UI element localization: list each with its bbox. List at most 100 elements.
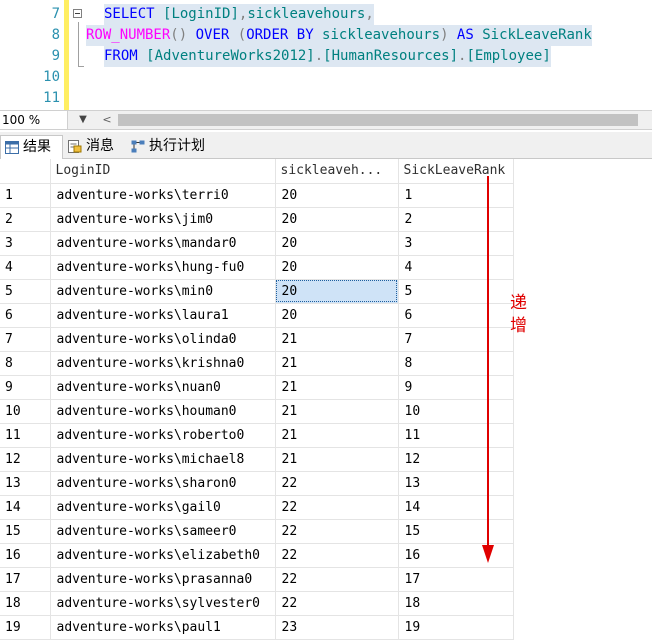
table-row[interactable]: 9 adventure-works\nuan0 21 9 — [0, 375, 514, 400]
cell-sickleaverank[interactable]: 14 — [398, 495, 514, 520]
results-grid[interactable]: LoginID sickleaveh... SickLeaveRank 1 adv… — [0, 159, 652, 640]
cell-loginid[interactable]: adventure-works\mandar0 — [50, 231, 276, 256]
cell-sickleaverank[interactable]: 8 — [398, 351, 514, 376]
row-number[interactable]: 18 — [0, 591, 51, 616]
cell-loginid[interactable]: adventure-works\olinda0 — [50, 327, 276, 352]
cell-sickleavehours[interactable]: 23 — [275, 615, 399, 640]
cell-sickleaverank[interactable]: 12 — [398, 447, 514, 472]
row-number-header[interactable] — [0, 159, 51, 184]
cell-loginid[interactable]: adventure-works\michael8 — [50, 447, 276, 472]
row-number[interactable]: 4 — [0, 255, 51, 280]
cell-loginid[interactable]: adventure-works\hung-fu0 — [50, 255, 276, 280]
cell-sickleaverank[interactable]: 16 — [398, 543, 514, 568]
cell-sickleaverank[interactable]: 7 — [398, 327, 514, 352]
code-line[interactable]: ROW_NUMBER() OVER (ORDER BY sickleavehou… — [86, 25, 592, 46]
cell-sickleavehours[interactable]: 22 — [275, 495, 399, 520]
collapse-icon[interactable] — [73, 9, 82, 18]
cell-loginid[interactable]: adventure-works\houman0 — [50, 399, 276, 424]
tab-execution-plan[interactable]: 执行计划 — [127, 135, 219, 159]
cell-sickleavehours[interactable]: 20 — [275, 279, 399, 304]
row-number[interactable]: 13 — [0, 471, 51, 496]
cell-sickleaverank[interactable]: 19 — [398, 615, 514, 640]
cell-loginid[interactable]: adventure-works\nuan0 — [50, 375, 276, 400]
cell-sickleavehours[interactable]: 20 — [275, 303, 399, 328]
table-row[interactable]: 1 adventure-works\terri0 20 1 — [0, 183, 514, 208]
cell-sickleaverank[interactable]: 9 — [398, 375, 514, 400]
cell-sickleavehours[interactable]: 22 — [275, 471, 399, 496]
row-number[interactable]: 7 — [0, 327, 51, 352]
column-header-loginid[interactable]: LoginID — [50, 159, 276, 184]
row-number[interactable]: 14 — [0, 495, 51, 520]
row-number[interactable]: 11 — [0, 423, 51, 448]
cell-sickleavehours[interactable]: 20 — [275, 255, 399, 280]
row-number[interactable]: 19 — [0, 615, 51, 640]
cell-sickleavehours[interactable]: 21 — [275, 375, 399, 400]
cell-sickleaverank[interactable]: 4 — [398, 255, 514, 280]
cell-loginid[interactable]: adventure-works\jim0 — [50, 207, 276, 232]
cell-sickleaverank[interactable]: 6 — [398, 303, 514, 328]
table-row[interactable]: 4 adventure-works\hung-fu0 20 4 — [0, 255, 514, 280]
cell-loginid[interactable]: adventure-works\krishna0 — [50, 351, 276, 376]
tab-messages[interactable]: 消息 — [64, 135, 126, 159]
cell-loginid[interactable]: adventure-works\sameer0 — [50, 519, 276, 544]
row-number[interactable]: 17 — [0, 567, 51, 592]
cell-sickleavehours[interactable]: 22 — [275, 591, 399, 616]
row-number[interactable]: 10 — [0, 399, 51, 424]
row-number[interactable]: 6 — [0, 303, 51, 328]
table-row[interactable]: 11 adventure-works\roberto0 21 11 — [0, 423, 514, 448]
table-row[interactable]: 8 adventure-works\krishna0 21 8 — [0, 351, 514, 376]
cell-sickleavehours[interactable]: 22 — [275, 567, 399, 592]
horizontal-scrollbar-thumb[interactable] — [118, 114, 638, 126]
cell-sickleavehours[interactable]: 22 — [275, 543, 399, 568]
cell-sickleavehours[interactable]: 20 — [275, 183, 399, 208]
cell-sickleaverank[interactable]: 11 — [398, 423, 514, 448]
table-row[interactable]: 5 adventure-works\min0 20 5 — [0, 279, 514, 304]
zoom-level[interactable]: 100 % — [0, 111, 68, 129]
row-number[interactable]: 16 — [0, 543, 51, 568]
table-row[interactable]: 18 adventure-works\sylvester0 22 18 — [0, 591, 514, 616]
cell-sickleavehours[interactable]: 20 — [275, 231, 399, 256]
row-number[interactable]: 15 — [0, 519, 51, 544]
cell-loginid[interactable]: adventure-works\sylvester0 — [50, 591, 276, 616]
cell-loginid[interactable]: adventure-works\sharon0 — [50, 471, 276, 496]
table-row[interactable]: 16 adventure-works\elizabeth0 22 16 — [0, 543, 514, 568]
row-number[interactable]: 1 — [0, 183, 51, 208]
table-row[interactable]: 10 adventure-works\houman0 21 10 — [0, 399, 514, 424]
cell-sickleaverank[interactable]: 13 — [398, 471, 514, 496]
cell-sickleavehours[interactable]: 21 — [275, 399, 399, 424]
chevron-left-icon[interactable]: < — [98, 111, 116, 129]
table-row[interactable]: 3 adventure-works\mandar0 20 3 — [0, 231, 514, 256]
code-line[interactable]: FROM [AdventureWorks2012].[HumanResource… — [104, 46, 551, 67]
cell-sickleavehours[interactable]: 21 — [275, 447, 399, 472]
cell-sickleavehours[interactable]: 21 — [275, 423, 399, 448]
cell-sickleaverank[interactable]: 18 — [398, 591, 514, 616]
cell-loginid[interactable]: adventure-works\gail0 — [50, 495, 276, 520]
cell-loginid[interactable]: adventure-works\elizabeth0 — [50, 543, 276, 568]
column-header-sickleavehours[interactable]: sickleaveh... — [275, 159, 399, 184]
table-row[interactable]: 14 adventure-works\gail0 22 14 — [0, 495, 514, 520]
table-row[interactable]: 15 adventure-works\sameer0 22 15 — [0, 519, 514, 544]
table-row[interactable]: 19 adventure-works\paul1 23 19 — [0, 615, 514, 640]
cell-sickleavehours[interactable]: 20 — [275, 207, 399, 232]
cell-sickleaverank[interactable]: 3 — [398, 231, 514, 256]
row-number[interactable]: 5 — [0, 279, 51, 304]
cell-sickleavehours[interactable]: 22 — [275, 519, 399, 544]
row-number[interactable]: 2 — [0, 207, 51, 232]
row-number[interactable]: 8 — [0, 351, 51, 376]
table-row[interactable]: 7 adventure-works\olinda0 21 7 — [0, 327, 514, 352]
tab-results[interactable]: 结果 — [0, 135, 63, 159]
column-header-sickleaverank[interactable]: SickLeaveRank — [398, 159, 514, 184]
code-line[interactable]: SELECT [LoginID],sickleavehours, — [104, 4, 374, 25]
table-row[interactable]: 12 adventure-works\michael8 21 12 — [0, 447, 514, 472]
cell-sickleavehours[interactable]: 21 — [275, 327, 399, 352]
chevron-down-icon[interactable]: ▼ — [70, 111, 96, 129]
cell-loginid[interactable]: adventure-works\prasanna0 — [50, 567, 276, 592]
row-number[interactable]: 3 — [0, 231, 51, 256]
cell-sickleavehours[interactable]: 21 — [275, 351, 399, 376]
cell-sickleaverank[interactable]: 5 — [398, 279, 514, 304]
cell-loginid[interactable]: adventure-works\roberto0 — [50, 423, 276, 448]
cell-sickleaverank[interactable]: 10 — [398, 399, 514, 424]
cell-loginid[interactable]: adventure-works\laura1 — [50, 303, 276, 328]
row-number[interactable]: 9 — [0, 375, 51, 400]
row-number[interactable]: 12 — [0, 447, 51, 472]
